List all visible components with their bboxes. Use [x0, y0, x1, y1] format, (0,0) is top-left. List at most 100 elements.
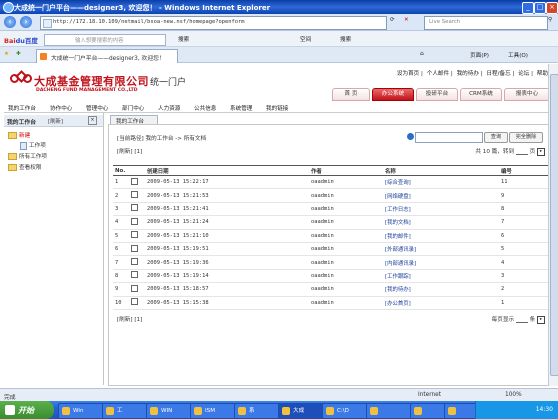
- checkbox[interactable]: [131, 258, 138, 266]
- table-row[interactable]: 8 2009-05-13 15:19:14 oaadmin [工作跟踪] 3: [113, 269, 549, 284]
- checkbox[interactable]: [131, 191, 138, 199]
- col-code[interactable]: 编号: [499, 165, 549, 176]
- start-button[interactable]: 开始: [0, 401, 54, 419]
- go-icon[interactable]: ▸: [537, 147, 545, 156]
- per-page-input[interactable]: [515, 316, 528, 323]
- tab-research[interactable]: 投研平台: [416, 88, 458, 101]
- link-my-todo[interactable]: 我的待办: [457, 71, 479, 77]
- row-name-link[interactable]: [我的文档]: [383, 215, 499, 230]
- taskbar-item[interactable]: [366, 403, 412, 419]
- go-icon[interactable]: ▸: [537, 315, 545, 324]
- row-checkbox[interactable]: [129, 282, 145, 297]
- baidu-search-button[interactable]: 搜索: [178, 35, 189, 43]
- scrollbar-thumb[interactable]: [550, 74, 558, 376]
- table-row[interactable]: 1 2009-05-13 15:22:17 oaadmin [综合查询] 11: [113, 175, 549, 190]
- row-checkbox[interactable]: [129, 215, 145, 230]
- row-checkbox[interactable]: [129, 188, 145, 203]
- tree-item-permissions[interactable]: 查看权限: [8, 163, 41, 171]
- query-button[interactable]: 查询: [484, 132, 508, 143]
- menu-manage[interactable]: 管理中心: [86, 104, 108, 112]
- link-set-home[interactable]: 设为首页: [397, 71, 419, 77]
- menu-hr[interactable]: 人力资源: [158, 104, 180, 112]
- table-row[interactable]: 7 2009-05-13 15:19:36 oaadmin [内部通讯录] 4: [113, 255, 549, 270]
- baidu-search2-button[interactable]: 搜索: [340, 35, 351, 43]
- link-forum[interactable]: 论坛: [518, 71, 529, 77]
- table-row[interactable]: 3 2009-05-13 15:21:41 oaadmin [工作日志] 8: [113, 202, 549, 217]
- tab-home[interactable]: 首 页: [332, 88, 370, 101]
- tab-reports[interactable]: 报表中心: [504, 88, 550, 101]
- address-url[interactable]: http://172.18.10.109/netmail/bsoa-new.ns…: [53, 19, 244, 25]
- query-input[interactable]: [415, 132, 483, 143]
- tree-item-new[interactable]: 新建: [8, 131, 30, 139]
- row-name-link[interactable]: [工作日志]: [383, 202, 499, 217]
- close-window-button[interactable]: ×: [546, 2, 558, 14]
- tree-item-all-workitems[interactable]: 所有工作项: [8, 152, 47, 160]
- row-checkbox[interactable]: [129, 269, 145, 284]
- back-arrow-icon[interactable]: ‹: [4, 16, 16, 28]
- home-icon[interactable]: ⌂: [420, 51, 424, 57]
- checkbox[interactable]: [131, 271, 138, 279]
- checkbox[interactable]: [131, 298, 138, 306]
- row-name-link[interactable]: [外部通讯录]: [383, 242, 499, 257]
- row-name-link[interactable]: [网络硬盘]: [383, 188, 499, 203]
- row-checkbox[interactable]: [129, 242, 145, 257]
- browser-tab[interactable]: 大成统一门户平台——designer3, 欢迎您！: [36, 49, 178, 63]
- menu-links[interactable]: 我的链接: [266, 104, 288, 112]
- baidu-space-button[interactable]: 空间: [300, 35, 311, 43]
- page-input[interactable]: [515, 148, 528, 155]
- page-menu[interactable]: 页面(P): [470, 51, 489, 59]
- minimize-button[interactable]: _: [522, 2, 534, 14]
- tab-crm[interactable]: CRM系统: [460, 88, 502, 101]
- col-date[interactable]: 创建日期: [145, 165, 309, 176]
- forward-arrow-icon[interactable]: ›: [20, 16, 32, 28]
- row-checkbox[interactable]: [129, 229, 145, 243]
- checkbox[interactable]: [131, 204, 138, 212]
- menu-public[interactable]: 公共信息: [194, 104, 216, 112]
- menu-collab[interactable]: 协作中心: [50, 104, 72, 112]
- row-name-link[interactable]: [工作跟踪]: [383, 269, 499, 284]
- zoom-level[interactable]: 100%: [505, 392, 522, 398]
- purge-button[interactable]: 完全删除: [509, 132, 543, 143]
- table-row[interactable]: 6 2009-05-13 15:19:51 oaadmin [外部通讯录] 5: [113, 242, 549, 257]
- link-personal-mail[interactable]: 个人邮件: [427, 71, 449, 77]
- col-author[interactable]: 作者: [309, 165, 383, 176]
- refresh-icon[interactable]: ⟳: [390, 17, 395, 23]
- favorites-star-icon[interactable]: ★: [4, 51, 9, 57]
- checkbox[interactable]: [131, 244, 138, 252]
- left-refresh-link[interactable]: [刷新]: [48, 117, 63, 125]
- table-row[interactable]: 2 2009-05-13 15:21:53 oaadmin [网络硬盘] 9: [113, 188, 549, 203]
- row-checkbox[interactable]: [129, 175, 145, 190]
- row-checkbox[interactable]: [129, 202, 145, 217]
- row-checkbox[interactable]: [129, 255, 145, 270]
- refresh-link-bottom[interactable]: [刷新] [1]: [117, 315, 142, 323]
- row-name-link[interactable]: [我的待办]: [383, 282, 499, 297]
- content-tab[interactable]: 我的工作台: [110, 115, 158, 125]
- menu-department[interactable]: 部门中心: [122, 104, 144, 112]
- vertical-scrollbar[interactable]: [548, 64, 558, 386]
- live-search-box[interactable]: Live Search: [424, 16, 548, 30]
- checkbox[interactable]: [131, 284, 138, 292]
- checkbox[interactable]: [131, 177, 138, 185]
- tools-menu[interactable]: 工具(O): [508, 51, 528, 59]
- checkbox[interactable]: [131, 217, 138, 225]
- table-row[interactable]: 10 2009-05-13 15:15:38 oaadmin [办公首页] 1: [113, 296, 549, 310]
- link-schedule[interactable]: 日程/备忘: [486, 71, 510, 77]
- row-name-link[interactable]: [综合查询]: [383, 175, 499, 190]
- table-row[interactable]: 5 2009-05-13 15:21:10 oaadmin [我的邮件] 6: [113, 229, 549, 243]
- tab-office[interactable]: 办公系统: [372, 88, 414, 101]
- add-favorite-icon[interactable]: ✚: [16, 51, 21, 57]
- baidu-search-input[interactable]: 输入想要搜索的内容: [44, 34, 166, 46]
- row-name-link[interactable]: [内部通讯录]: [383, 255, 499, 270]
- table-row[interactable]: 9 2009-05-13 15:18:57 oaadmin [我的待办] 2: [113, 282, 549, 297]
- link-help[interactable]: 帮助: [537, 71, 548, 77]
- row-name-link[interactable]: [办公首页]: [383, 296, 499, 310]
- maximize-button[interactable]: □: [534, 2, 546, 14]
- search-icon[interactable]: ⚲: [548, 17, 552, 23]
- table-row[interactable]: 4 2009-05-13 15:21:24 oaadmin [我的文档] 7: [113, 215, 549, 230]
- row-checkbox[interactable]: [129, 296, 145, 310]
- tree-item-workitem[interactable]: 工作项: [20, 141, 46, 150]
- menu-system[interactable]: 系统管理: [230, 104, 252, 112]
- checkbox[interactable]: [131, 231, 138, 239]
- menu-workbench[interactable]: 我的工作台: [8, 104, 36, 112]
- collapse-icon[interactable]: ×: [88, 116, 97, 125]
